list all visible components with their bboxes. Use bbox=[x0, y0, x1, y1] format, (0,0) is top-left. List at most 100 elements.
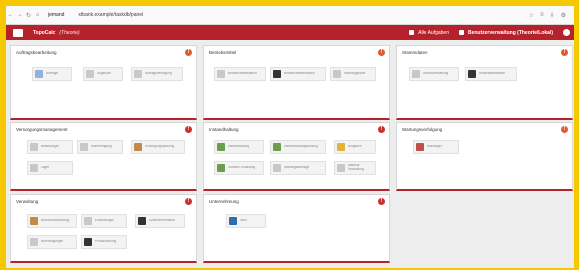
tile-versorgungsplanung[interactable]: Versorgungsplanung bbox=[131, 140, 185, 154]
equipment-icon bbox=[217, 70, 225, 78]
alert-icon[interactable]: ! bbox=[185, 126, 192, 133]
tile-wartungen[interactable]: Wartungen bbox=[413, 140, 459, 154]
app-user-context: (Theorie) bbox=[59, 29, 80, 36]
alert-icon[interactable]: ! bbox=[561, 49, 568, 56]
tile-label: Wartungspläne bbox=[344, 72, 366, 76]
work-order-icon bbox=[273, 164, 281, 172]
tile-label: Lager bbox=[41, 166, 50, 170]
alert-icon[interactable]: ! bbox=[378, 126, 385, 133]
gear-icon bbox=[84, 217, 92, 225]
tile-bestellungen[interactable]: Bestellungen bbox=[27, 140, 73, 154]
tile-infos[interactable]: Infos bbox=[226, 214, 266, 228]
article-icon bbox=[468, 70, 476, 78]
tile-lager[interactable]: Lager bbox=[27, 161, 73, 175]
app-header: TopoCalc (Theorie) Alle Aufgaben Benutze… bbox=[6, 25, 574, 40]
reload-icon[interactable]: ↻ bbox=[24, 12, 33, 19]
tile-adressverwaltung[interactable]: Adressverwaltung bbox=[409, 67, 459, 81]
tile-einstellungen[interactable]: Einstellungen bbox=[81, 214, 127, 228]
order-icon bbox=[30, 143, 38, 151]
panel-title: Verwaltung bbox=[16, 199, 39, 204]
tile-aufgaben[interactable]: Aufgaben bbox=[334, 140, 376, 154]
browser-bar: ← → ↻ ⌂ jemand xtbank.example/taskdb/pan… bbox=[6, 6, 574, 25]
tile-angebote[interactable]: Angebote bbox=[83, 67, 123, 81]
tasks-icon bbox=[409, 30, 415, 35]
power-icon[interactable] bbox=[563, 29, 570, 36]
tile-label: Wareneingang bbox=[91, 145, 112, 149]
tile-material-verwaltung[interactable]: Material Verwaltung bbox=[334, 161, 376, 175]
company-icon bbox=[229, 217, 237, 225]
alert-icon[interactable]: ! bbox=[185, 198, 192, 205]
tile-instandhaltung[interactable]: Instandhaltung bbox=[214, 140, 264, 154]
tile-systeminformation[interactable]: Systeminformation bbox=[135, 214, 185, 228]
tile-stunden-erfassung[interactable]: Stunden Erfassung bbox=[214, 161, 264, 175]
tile-benutzerverwaltung[interactable]: Benutzerverwaltung bbox=[27, 214, 77, 228]
forward-icon[interactable]: → bbox=[15, 12, 24, 18]
tile-label: Instandhaltung bbox=[228, 145, 249, 149]
planning-icon bbox=[134, 143, 142, 151]
address-book-icon bbox=[412, 70, 420, 78]
tile-label: Auftragsverfolgung bbox=[145, 72, 172, 76]
tile-label: Material Verwaltung bbox=[348, 164, 364, 171]
goods-receipt-icon bbox=[80, 143, 88, 151]
app-title: TopoCalc bbox=[33, 29, 56, 36]
tile-artikelstammdaten[interactable]: Artikelstammdaten bbox=[465, 67, 517, 81]
tile-label: Betriebsmittelstamm bbox=[228, 72, 257, 76]
warehouse-icon bbox=[30, 164, 38, 172]
tile-protokollierung[interactable]: Protokollierung bbox=[81, 235, 127, 249]
alert-icon[interactable]: ! bbox=[378, 49, 385, 56]
panel-title: Betriebsmittel bbox=[209, 50, 237, 55]
tile-label: Systeminformation bbox=[149, 219, 176, 223]
tile-auftraege[interactable]: Aufträge bbox=[32, 67, 72, 81]
tracking-icon bbox=[134, 70, 142, 78]
tile-auftragsverfolgung[interactable]: Auftragsverfolgung bbox=[131, 67, 183, 81]
tile-label: Bestellungen bbox=[41, 145, 60, 149]
tile-wareneingang[interactable]: Wareneingang bbox=[77, 140, 123, 154]
all-tasks-link[interactable]: Alle Aufgaben bbox=[418, 30, 449, 36]
panel-wartungsverfolgung: Wartungsverfolgung ! Wartungen bbox=[396, 122, 573, 191]
tile-instandhaltungsplanung[interactable]: Instandhaltungsplanung bbox=[270, 140, 326, 154]
star-icon[interactable]: ☆ bbox=[529, 12, 534, 19]
offer-icon bbox=[86, 70, 94, 78]
tile-label: Adressverwaltung bbox=[423, 72, 449, 76]
address-bar[interactable]: jemand xtbank.example/taskdb/panel bbox=[48, 12, 143, 18]
tile-label: Instandhaltungsplanung bbox=[284, 145, 318, 149]
user-admin-link[interactable]: Benutzerverwaltung (Theorie/Lokal) bbox=[468, 30, 553, 36]
alert-icon[interactable]: ! bbox=[185, 49, 192, 56]
panel-verwaltung: Verwaltung ! Benutzerverwaltung Einstell… bbox=[10, 194, 197, 263]
panel-title: Wartungsverfolgung bbox=[402, 127, 443, 132]
panel-title: Auftragsbearbeitung bbox=[16, 50, 57, 55]
tile-label: Infos bbox=[240, 219, 247, 223]
panel-title: Unternehmung bbox=[209, 199, 239, 204]
repair-plan-icon bbox=[273, 143, 281, 151]
user-icon bbox=[30, 217, 38, 225]
browser-toolbar-right: ☆ ≡ ⇩ ⚙ bbox=[529, 12, 566, 19]
tile-label: Betriebsmittelbestand bbox=[284, 72, 315, 76]
back-icon[interactable]: ← bbox=[6, 12, 15, 18]
header-right: Alle Aufgaben Benutzerverwaltung (Theori… bbox=[409, 29, 570, 36]
panel-versorgungsmanagement: Versorgungsmanagement ! Bestellungen War… bbox=[10, 122, 197, 191]
download-icon[interactable]: ⇩ bbox=[550, 12, 555, 19]
tile-betriebsmittelstamm[interactable]: Betriebsmittelstamm bbox=[214, 67, 266, 81]
time-icon bbox=[217, 164, 225, 172]
tile-wartungsauftraege[interactable]: Wartungsaufträge bbox=[270, 161, 326, 175]
home-icon[interactable]: ⌂ bbox=[33, 12, 42, 18]
task-icon bbox=[337, 143, 345, 151]
log-icon bbox=[84, 238, 92, 246]
settings-icon[interactable]: ⚙ bbox=[561, 12, 566, 19]
tile-wartungsplaene[interactable]: Wartungspläne bbox=[330, 67, 376, 81]
tile-label: Aufträge bbox=[46, 72, 59, 76]
tile-label: Aufgaben bbox=[348, 145, 362, 149]
panel-title: Versorgungsmanagement bbox=[16, 127, 68, 132]
application-window: ← → ↻ ⌂ jemand xtbank.example/taskdb/pan… bbox=[6, 6, 574, 268]
tile-label: Einstellungen bbox=[95, 219, 115, 223]
tile-berechtigungen[interactable]: Berechtigungen bbox=[27, 235, 77, 249]
tile-label: Protokollierung bbox=[95, 240, 117, 244]
menu-icon[interactable]: ≡ bbox=[540, 12, 544, 19]
alert-icon[interactable]: ! bbox=[378, 198, 385, 205]
alert-icon[interactable]: ! bbox=[561, 126, 568, 133]
user-admin-icon bbox=[458, 30, 464, 35]
tile-betriebsmittelbestand[interactable]: Betriebsmittelbestand bbox=[270, 67, 326, 81]
panel-stammdaten: Stammdaten ! Adressverwaltung Artikelsta… bbox=[396, 45, 573, 120]
app-logo[interactable] bbox=[13, 28, 23, 37]
repair-icon bbox=[217, 143, 225, 151]
